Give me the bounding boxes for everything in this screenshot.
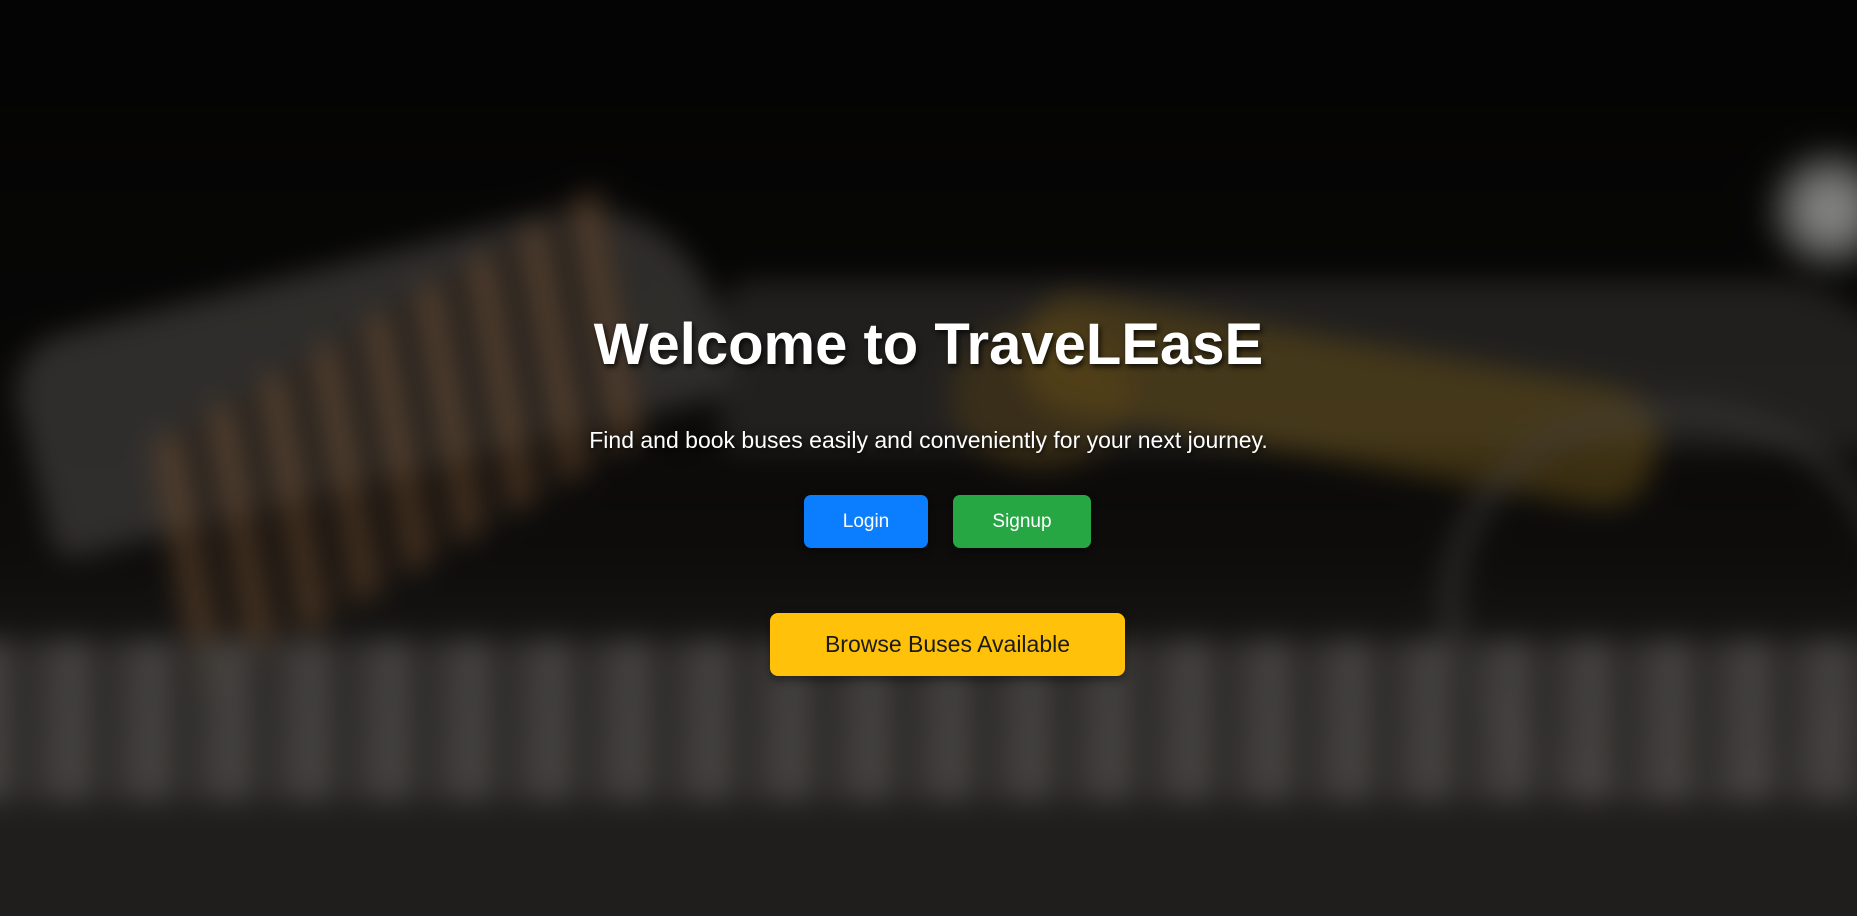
login-button[interactable]: Login — [804, 495, 928, 548]
hero-content: Welcome to TraveLEasE Find and book buse… — [0, 0, 1857, 916]
signup-button[interactable]: Signup — [953, 495, 1091, 548]
hero-section: Welcome to TraveLEasE Find and book buse… — [0, 0, 1857, 916]
browse-buses-button[interactable]: Browse Buses Available — [770, 613, 1125, 676]
page-title: Welcome to TraveLEasE — [593, 312, 1264, 377]
auth-buttons: Login Signup — [0, 495, 1857, 548]
page-subtitle: Find and book buses easily and convenien… — [589, 427, 1268, 453]
